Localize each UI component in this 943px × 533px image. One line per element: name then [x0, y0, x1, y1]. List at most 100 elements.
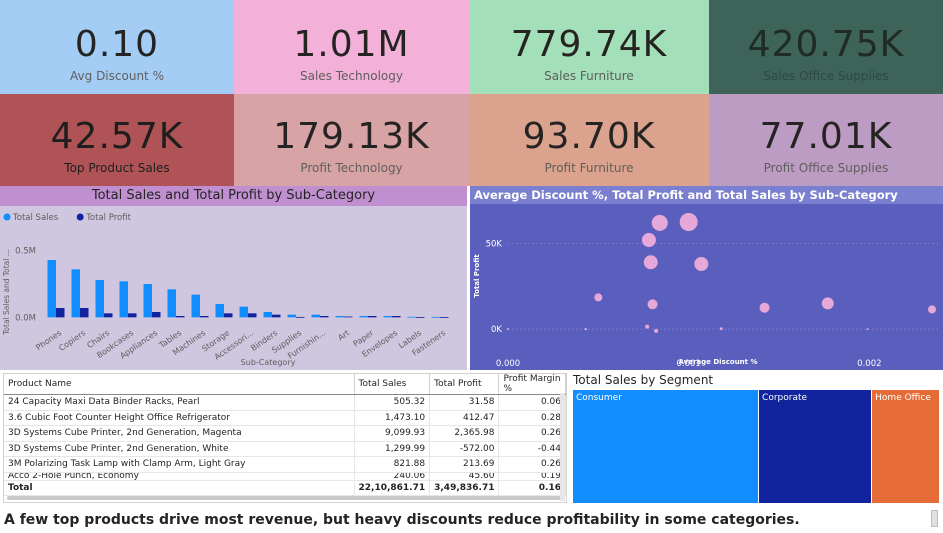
page-scroll-indicator[interactable]	[931, 510, 938, 527]
scatter-point	[759, 302, 770, 313]
table-cell: -0.44	[498, 441, 566, 457]
bar	[272, 314, 281, 318]
kpi-avg-discount[interactable]: 0.10 Avg Discount %	[0, 0, 234, 94]
kpi-sales-technology[interactable]: 1.01M Sales Technology	[234, 0, 469, 94]
table-cell: 24 Capacity Maxi Data Binder Racks, Pear…	[4, 394, 355, 411]
kpi-top-product-sales[interactable]: 42.57K Top Product Sales	[0, 94, 234, 186]
dashboard: 0.10 Avg Discount % 1.01M Sales Technolo…	[0, 0, 943, 533]
segment-treemap-panel[interactable]: Total Sales by Segment Consumer Corporate…	[570, 371, 943, 506]
treemap-tile[interactable]: Home Office	[872, 390, 940, 503]
kpi-label: Top Product Sales	[64, 161, 170, 175]
table-cell: 505.32	[354, 394, 431, 411]
x-tick-label: Copiers	[57, 328, 87, 353]
bar	[95, 280, 104, 318]
scatter-point	[694, 257, 709, 271]
table-cell: 0.06	[498, 394, 566, 411]
bar	[200, 316, 209, 318]
treemap-tile[interactable]: Consumer	[573, 390, 758, 503]
x-axis-title: Sub-Category	[241, 358, 296, 367]
kpi-value: 420.75K	[747, 24, 905, 65]
x-tick-label: 0.002	[857, 359, 881, 369]
bar	[320, 316, 329, 318]
kpi-value: 779.74K	[510, 24, 668, 65]
treemap-tile[interactable]: Corporate	[759, 390, 871, 503]
x-tick-label: 0.000	[496, 359, 520, 369]
treemap-title: Total Sales by Segment	[573, 373, 714, 387]
scatter-point	[654, 328, 659, 333]
table-cell: Acco 2-Hole Punch, Economy	[4, 472, 355, 481]
scatter-point	[643, 255, 658, 270]
treemap-tile-label: Consumer	[576, 393, 622, 403]
kpi-value: 42.57K	[50, 116, 184, 157]
scatter-point	[821, 297, 834, 310]
bar	[407, 316, 416, 318]
kpi-label: Sales Office Supplies	[763, 69, 889, 83]
kpi-label: Sales Furniture	[544, 69, 634, 83]
footer-insight: A few top products drive most revenue, b…	[4, 512, 800, 528]
scatter-point	[719, 327, 723, 331]
table-cell: 3M Polarizing Task Lamp with Clamp Arm, …	[4, 456, 355, 473]
col-header-total-sales[interactable]: Total Sales	[354, 374, 431, 395]
table-row[interactable]: 3M Polarizing Task Lamp with Clamp Arm, …	[4, 456, 566, 473]
kpi-sales-office-supplies[interactable]: 420.75K Sales Office Supplies	[709, 0, 943, 94]
scatter-point	[651, 214, 668, 231]
y-tick-label: 50K	[486, 239, 503, 249]
scatter-point	[647, 299, 658, 310]
kpi-sales-furniture[interactable]: 779.74K Sales Furniture	[469, 0, 709, 94]
bar	[191, 294, 200, 318]
kpi-label: Profit Furniture	[544, 161, 634, 175]
kpi-value: 93.70K	[522, 116, 656, 157]
table-cell: 45.60	[429, 472, 500, 481]
y-axis-title: Total Sales and Total ...	[2, 249, 11, 336]
bar	[359, 316, 368, 318]
table-cell: 240.06	[354, 472, 431, 481]
table-cell: 213.69	[429, 456, 500, 473]
bar	[119, 281, 128, 318]
table-row[interactable]: Acco 2-Hole Punch, Economy 240.06 45.60 0.1…	[4, 472, 566, 481]
table-cell: 0.26	[498, 425, 566, 442]
bar	[311, 314, 320, 318]
bar	[80, 308, 89, 318]
table-row[interactable]: 3.6 Cubic Foot Counter Height Office Ref…	[4, 410, 566, 426]
bar	[71, 269, 80, 318]
treemap-tile-label: Home Office	[875, 393, 931, 403]
kpi-value: 77.01K	[759, 116, 893, 157]
bar	[215, 304, 224, 318]
x-axis-title: Average Discount %	[679, 358, 758, 366]
table-row[interactable]: 24 Capacity Maxi Data Binder Racks, Pear…	[4, 394, 566, 411]
table-vertical-scrollbar[interactable]	[560, 393, 565, 501]
scatter-point	[584, 327, 587, 331]
table-cell: 3.6 Cubic Foot Counter Height Office Ref…	[4, 410, 355, 426]
kpi-profit-technology[interactable]: 179.13K Profit Technology	[234, 94, 469, 186]
scatter-point	[645, 324, 650, 329]
table-cell: 1,299.99	[354, 441, 431, 457]
bar	[416, 317, 425, 318]
kpi-value: 0.10	[74, 24, 160, 65]
table-row[interactable]: 3D Systems Cube Printer, 2nd Generation,…	[4, 441, 566, 457]
table-cell: 22,10,861.71	[354, 479, 431, 496]
bar	[383, 316, 392, 318]
col-header-profit-margin[interactable]: Profit Margin %	[498, 374, 566, 395]
col-header-product-name[interactable]: Product Name	[4, 374, 355, 395]
bar	[143, 284, 152, 318]
bar	[368, 316, 377, 318]
table-scrollbar[interactable]	[7, 496, 563, 500]
scatter-chart: 0K50K0.000 0.001 0.002Average Discount %To…	[473, 213, 938, 369]
y-tick-label: 0K	[491, 325, 502, 335]
table-total-row[interactable]: Total 22,10,861.71 3,49,836.71 0.16	[4, 479, 566, 496]
table-cell: 0.16	[498, 479, 566, 496]
bar-chart-title: Total Sales and Total Profit by Sub-Cate…	[0, 186, 467, 206]
bar-chart-panel[interactable]: Total Sales and Total Profit by Sub-Cate…	[0, 186, 467, 370]
kpi-profit-furniture[interactable]: 93.70K Profit Furniture	[469, 94, 709, 186]
kpi-label: Profit Technology	[300, 161, 403, 175]
scatter-chart-panel[interactable]: Average Discount %, Total Profit and Tot…	[470, 186, 943, 370]
bar	[335, 316, 344, 318]
product-table[interactable]: Product Name Total Sales Total Profit Pr…	[3, 373, 567, 503]
table-row[interactable]: 3D Systems Cube Printer, 2nd Generation,…	[4, 425, 566, 442]
table-cell: Total	[4, 479, 355, 496]
table-cell: 2,365.98	[429, 425, 500, 442]
bar	[56, 308, 65, 318]
table-cell: 3D Systems Cube Printer, 2nd Generation,…	[4, 441, 355, 457]
kpi-profit-office-supplies[interactable]: 77.01K Profit Office Supplies	[709, 94, 943, 186]
col-header-total-profit[interactable]: Total Profit	[429, 374, 500, 395]
